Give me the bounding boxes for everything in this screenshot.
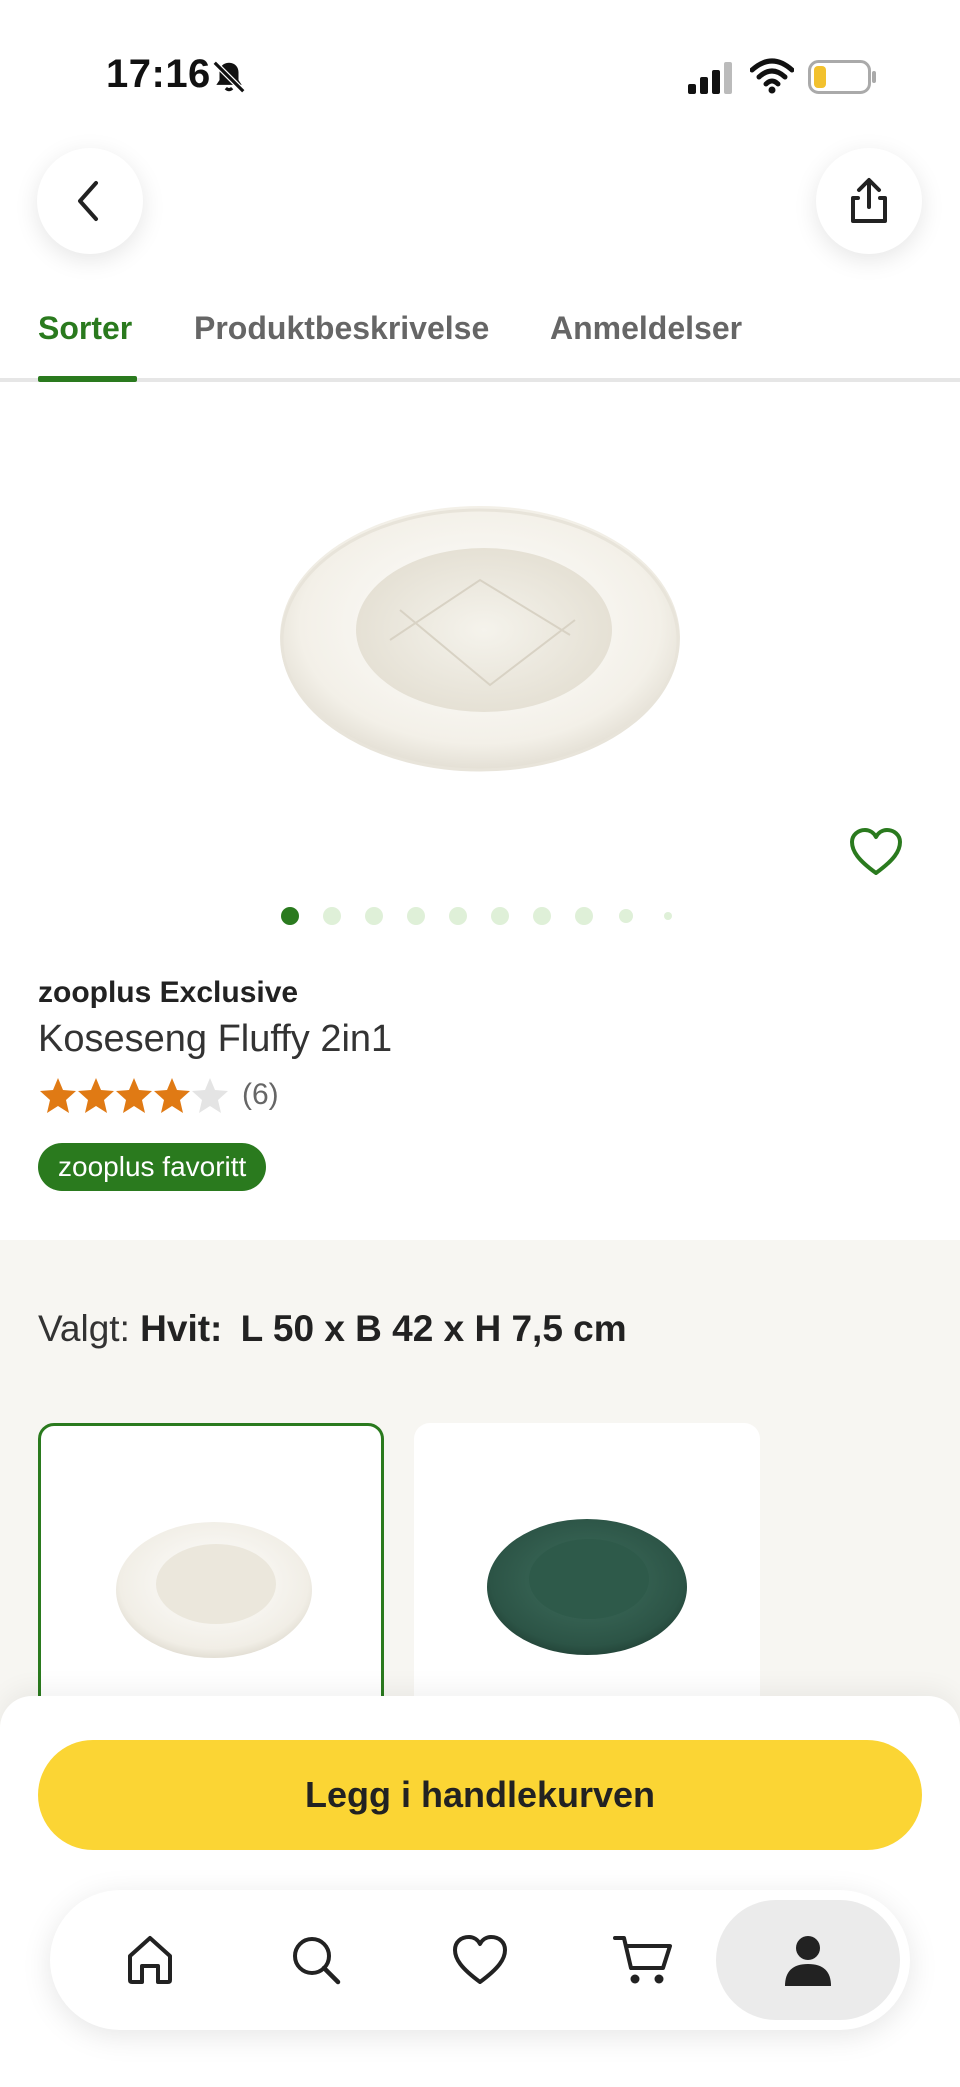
pagination-dot[interactable]	[323, 907, 341, 925]
pagination-dot[interactable]	[491, 907, 509, 925]
review-count[interactable]: (6)	[242, 1078, 279, 1112]
pagination-dot[interactable]	[575, 907, 593, 925]
chevron-left-icon	[78, 181, 98, 221]
bottom-navigation	[50, 1890, 910, 2030]
pagination-dot[interactable]	[449, 907, 467, 925]
back-button[interactable]	[37, 148, 143, 254]
product-brand[interactable]: zooplus Exclusive	[38, 976, 298, 1010]
wifi-icon	[750, 58, 794, 94]
rating-stars[interactable]	[38, 1076, 238, 1116]
bottom-action-sheet: Legg i handlekurven	[0, 1696, 960, 2087]
bell-muted-icon	[212, 60, 246, 94]
status-bar: 17:16	[0, 0, 960, 150]
pagination-dot[interactable]	[281, 907, 299, 925]
image-pagination	[0, 906, 960, 926]
selected-prefix: Valgt:	[38, 1308, 130, 1349]
pagination-dot[interactable]	[533, 907, 551, 925]
heart-icon	[453, 1935, 507, 1984]
favorite-badge: zooplus favoritt	[38, 1143, 267, 1191]
star-icon	[40, 1078, 76, 1113]
profile-icon	[785, 1936, 831, 1986]
home-icon	[128, 1936, 172, 1984]
tab-anmeldelser[interactable]: Anmeldelser	[550, 310, 742, 347]
active-tab-indicator	[38, 376, 137, 382]
pagination-dot[interactable]	[619, 909, 633, 923]
status-time: 17:16	[106, 52, 211, 96]
variant-option-white[interactable]	[38, 1423, 384, 1743]
add-to-cart-button[interactable]: Legg i handlekurven	[38, 1740, 922, 1850]
nav-cart[interactable]	[564, 1890, 724, 2030]
tab-sorter[interactable]: Sorter	[38, 310, 132, 347]
variant-thumbnail-green	[487, 1519, 687, 1655]
nav-search[interactable]	[236, 1890, 396, 2030]
favorite-heart-icon[interactable]	[848, 826, 904, 878]
pagination-dot[interactable]	[664, 912, 672, 920]
nav-home[interactable]	[70, 1890, 230, 2030]
search-icon	[293, 1937, 341, 1985]
selected-color: Hvit:	[140, 1308, 223, 1349]
share-button[interactable]	[816, 148, 922, 254]
share-icon	[851, 178, 887, 223]
pagination-dot[interactable]	[365, 907, 383, 925]
tab-produktbeskrivelse[interactable]: Produktbeskrivelse	[194, 310, 489, 347]
nav-profile[interactable]	[716, 1900, 900, 2020]
cellular-signal-icon	[688, 62, 732, 94]
pagination-dot[interactable]	[407, 907, 425, 925]
battery-icon	[808, 60, 876, 94]
product-name: Koseseng Fluffy 2in1	[38, 1018, 393, 1060]
nav-favorites[interactable]	[400, 1890, 560, 2030]
product-image[interactable]	[270, 490, 690, 790]
selected-variant-label: Valgt: Hvit: L 50 x B 42 x H 7,5 cm	[38, 1308, 627, 1350]
product-tabs: Sorter Produktbeskrivelse Anmeldelser	[0, 300, 960, 382]
selected-size: L 50 x B 42 x H 7,5 cm	[240, 1308, 627, 1349]
variant-option-green[interactable]	[414, 1423, 760, 1743]
cart-icon	[613, 1936, 672, 1984]
